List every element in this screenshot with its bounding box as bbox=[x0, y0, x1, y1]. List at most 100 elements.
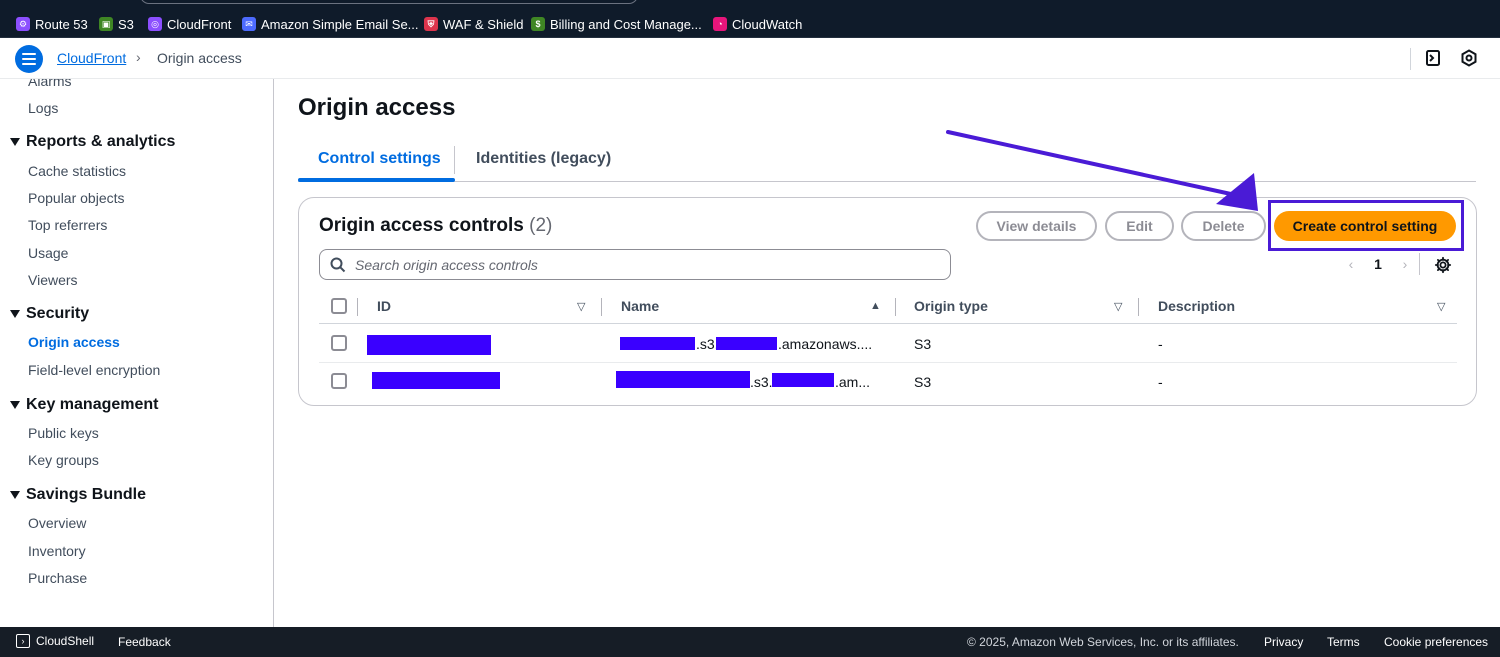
description-cell: - bbox=[1158, 336, 1163, 352]
feedback-link[interactable]: Feedback bbox=[118, 635, 171, 649]
bookmark-label: WAF & Shield bbox=[443, 16, 524, 32]
pagination-divider bbox=[1419, 253, 1420, 275]
select-all-checkbox[interactable] bbox=[331, 298, 347, 314]
chevron-left-icon[interactable]: ‹ bbox=[1342, 256, 1360, 272]
bookmark-cloudwatch[interactable]: ◔ CloudWatch bbox=[713, 14, 802, 34]
preferences-gear-icon[interactable] bbox=[1433, 255, 1453, 275]
panel-count: (2) bbox=[529, 215, 553, 236]
annotation-highlight-box bbox=[1268, 200, 1464, 251]
bookmark-label: Amazon Simple Email Se... bbox=[261, 16, 419, 32]
delete-button[interactable]: Delete bbox=[1181, 211, 1266, 241]
column-separator bbox=[895, 298, 896, 316]
sidenav-item-viewers[interactable]: Viewers bbox=[28, 272, 78, 288]
bookmark-label: CloudWatch bbox=[732, 16, 803, 32]
redacted-id bbox=[367, 335, 491, 355]
sidenav-item-inventory[interactable]: Inventory bbox=[28, 543, 86, 559]
table-row[interactable]: .s3. .amazonaws.... S3 - bbox=[319, 325, 1457, 363]
side-navigation: Alarms Logs Reports & analytics Cache st… bbox=[0, 79, 274, 627]
redacted-name-part bbox=[772, 373, 834, 387]
bookmarks-bar: ⚙ Route 53 ▣ S3 ◎ CloudFront ✉ Amazon Si… bbox=[0, 0, 1500, 38]
sort-ascending-icon[interactable]: ▲ bbox=[870, 300, 881, 312]
search-input[interactable]: Search origin access controls bbox=[319, 249, 951, 280]
bookmark-billing[interactable]: $ Billing and Cost Manage... bbox=[531, 14, 702, 34]
bookmark-ses[interactable]: ✉ Amazon Simple Email Se... bbox=[242, 14, 419, 34]
sidenav-item-key-groups[interactable]: Key groups bbox=[28, 452, 99, 468]
waf-icon: ⛨ bbox=[424, 17, 438, 31]
sidenav-item-logs[interactable]: Logs bbox=[28, 100, 58, 116]
terminal-icon: › bbox=[16, 634, 30, 648]
route53-icon: ⚙ bbox=[16, 17, 30, 31]
section-title: Savings Bundle bbox=[26, 486, 147, 503]
redacted-name-part bbox=[716, 337, 777, 350]
terms-link[interactable]: Terms bbox=[1327, 635, 1360, 649]
sidenav-item-origin-access[interactable]: Origin access bbox=[28, 334, 120, 350]
copyright-text: © 2025, Amazon Web Services, Inc. or its… bbox=[967, 635, 1239, 649]
column-origin-type[interactable]: Origin type bbox=[914, 298, 988, 314]
table-row[interactable]: .s3. .am... S3 - bbox=[319, 363, 1457, 401]
sidenav-section-security[interactable]: Security bbox=[10, 305, 89, 323]
view-details-button[interactable]: View details bbox=[976, 211, 1097, 241]
chevron-right-icon[interactable]: › bbox=[1396, 256, 1414, 272]
sidenav-item-overview[interactable]: Overview bbox=[28, 515, 86, 531]
sidenav-item-field-level-encryption[interactable]: Field-level encryption bbox=[28, 362, 160, 378]
breadcrumb-cloudfront[interactable]: CloudFront bbox=[57, 50, 126, 66]
caret-down-icon bbox=[10, 491, 20, 499]
page-title: Origin access bbox=[298, 94, 456, 121]
column-name[interactable]: Name bbox=[621, 298, 659, 314]
sort-icon[interactable]: ▽ bbox=[577, 300, 585, 313]
sidenav-item-top-referrers[interactable]: Top referrers bbox=[28, 217, 107, 233]
s3-icon: ▣ bbox=[99, 17, 113, 31]
caret-down-icon bbox=[10, 310, 20, 318]
pagination-page[interactable]: 1 bbox=[1369, 256, 1387, 272]
name-fragment: .s3. bbox=[750, 374, 773, 390]
sidenav-item-purchase[interactable]: Purchase bbox=[28, 570, 87, 586]
sort-icon[interactable]: ▽ bbox=[1114, 300, 1122, 313]
bookmark-route53[interactable]: ⚙ Route 53 bbox=[16, 14, 88, 34]
sidenav-item-public-keys[interactable]: Public keys bbox=[28, 425, 99, 441]
name-fragment: .am... bbox=[835, 374, 871, 390]
breadcrumb-current: Origin access bbox=[157, 50, 242, 66]
sort-icon[interactable]: ▽ bbox=[1437, 300, 1445, 313]
origin-type-cell: S3 bbox=[914, 374, 932, 390]
sidenav-section-reports[interactable]: Reports & analytics bbox=[10, 133, 175, 151]
column-description[interactable]: Description bbox=[1158, 298, 1235, 314]
sidenav-item-alarms[interactable]: Alarms bbox=[28, 79, 72, 89]
tab-identities-legacy[interactable]: Identities (legacy) bbox=[476, 150, 611, 168]
bookmark-s3[interactable]: ▣ S3 bbox=[99, 14, 134, 34]
sidenav-section-savings-bundle[interactable]: Savings Bundle bbox=[10, 486, 146, 504]
sidenav-item-popular-objects[interactable]: Popular objects bbox=[28, 190, 125, 206]
cloudfront-icon: ◎ bbox=[148, 17, 162, 31]
row-checkbox[interactable] bbox=[331, 335, 347, 351]
hamburger-menu-icon[interactable] bbox=[15, 45, 43, 73]
cloudshell-link[interactable]: › CloudShell bbox=[16, 634, 94, 648]
cloudwatch-icon: ◔ bbox=[713, 17, 727, 31]
settings-hex-icon[interactable] bbox=[1459, 48, 1479, 68]
column-id[interactable]: ID bbox=[377, 298, 391, 314]
tab-list: Control settings Identities (legacy) bbox=[298, 140, 1476, 182]
divider bbox=[1410, 48, 1411, 70]
active-tab-indicator bbox=[298, 178, 455, 182]
sidenav-item-cache-statistics[interactable]: Cache statistics bbox=[28, 163, 126, 179]
bookmark-label: S3 bbox=[118, 16, 134, 32]
tab-separator bbox=[454, 146, 455, 174]
bookmark-waf[interactable]: ⛨ WAF & Shield bbox=[424, 14, 523, 34]
row-checkbox[interactable] bbox=[331, 373, 347, 389]
cloudshell-label: CloudShell bbox=[36, 634, 95, 648]
privacy-link[interactable]: Privacy bbox=[1264, 635, 1303, 649]
bookmark-cloudfront[interactable]: ◎ CloudFront bbox=[148, 14, 231, 34]
edit-button[interactable]: Edit bbox=[1105, 211, 1174, 241]
sidenav-section-key-management[interactable]: Key management bbox=[10, 396, 159, 414]
tab-control-settings[interactable]: Control settings bbox=[318, 150, 441, 168]
redacted-name-part bbox=[616, 371, 750, 388]
billing-icon: $ bbox=[531, 17, 545, 31]
origin-access-controls-panel: Origin access controls (2) View details … bbox=[298, 197, 1477, 406]
top-navigation: CloudFront › Origin access bbox=[0, 38, 1500, 79]
cookie-preferences-link[interactable]: Cookie preferences bbox=[1384, 635, 1488, 649]
ses-icon: ✉ bbox=[242, 17, 256, 31]
table-header: ID ▽ Name ▲ Origin type ▽ Description ▽ bbox=[319, 290, 1457, 324]
sidenav-item-usage[interactable]: Usage bbox=[28, 245, 68, 261]
description-cell: - bbox=[1158, 374, 1163, 390]
info-panel-icon[interactable] bbox=[1423, 48, 1443, 68]
column-separator bbox=[357, 298, 358, 316]
caret-down-icon bbox=[10, 401, 20, 409]
